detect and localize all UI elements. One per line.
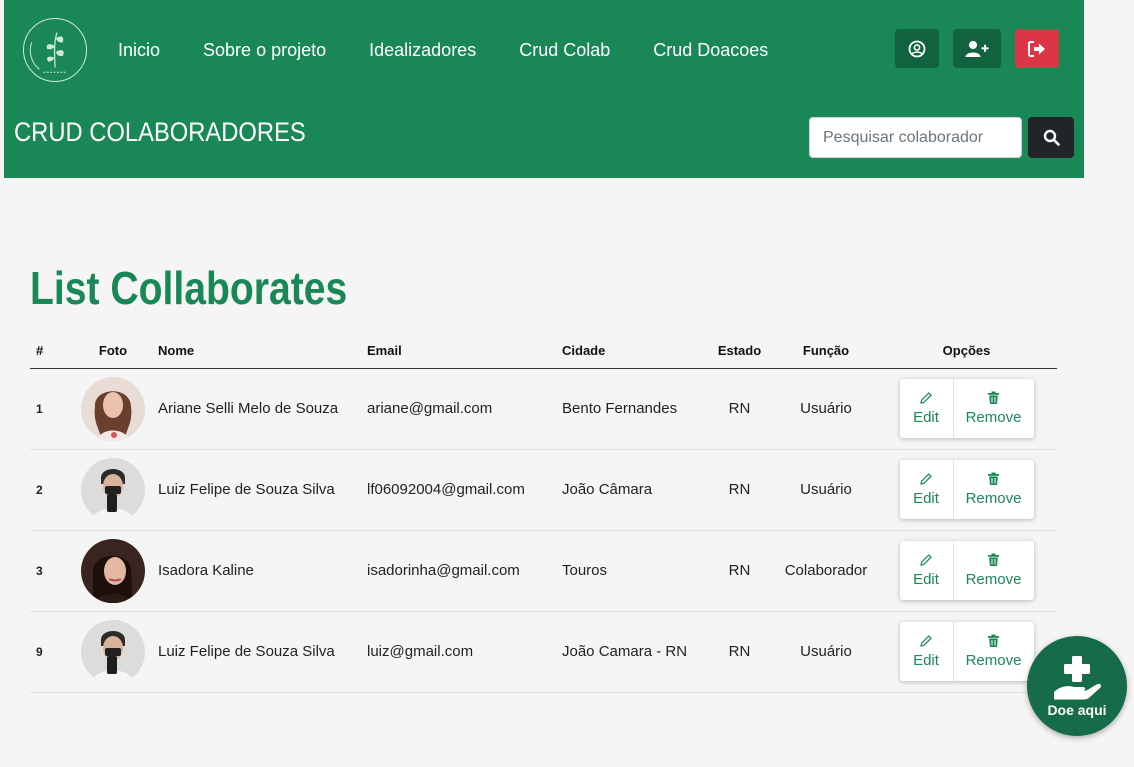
edit-button[interactable]: Edit xyxy=(900,460,954,519)
remove-label: Remove xyxy=(965,652,1022,669)
add-user-button[interactable] xyxy=(953,29,1001,68)
remove-button[interactable]: Remove xyxy=(954,541,1034,600)
trash-icon xyxy=(988,553,999,566)
edit-label: Edit xyxy=(913,490,939,507)
row-estado: RN xyxy=(703,449,776,531)
nav-crud-doacoes[interactable]: Crud Doacoes xyxy=(653,37,768,63)
edit-button[interactable]: Edit xyxy=(900,622,954,681)
row-cidade: Bento Fernandes xyxy=(562,368,703,450)
edit-label: Edit xyxy=(913,652,939,669)
row-email: isadorinha@gmail.com xyxy=(367,530,562,612)
remove-label: Remove xyxy=(965,490,1022,507)
trash-icon xyxy=(988,634,999,647)
page-title: CRUD COLABORADORES xyxy=(14,117,306,147)
hand-holding-medical-icon xyxy=(1054,656,1102,700)
col-email: Email xyxy=(367,334,562,369)
row-funcao: Usuário xyxy=(776,449,876,531)
remove-button[interactable]: Remove xyxy=(954,460,1034,519)
nav-idealizadores[interactable]: Idealizadores xyxy=(369,37,476,63)
row-options: Edit Remove xyxy=(899,622,1034,681)
top-header: Inicio Sobre o projeto Idealizadores Cru… xyxy=(4,0,1084,178)
donate-button[interactable]: Doe aqui xyxy=(1027,636,1127,736)
nav-crud-colab[interactable]: Crud Colab xyxy=(519,37,610,63)
search-button[interactable] xyxy=(1028,117,1074,158)
row-email: luiz@gmail.com xyxy=(367,611,562,693)
row-funcao: Colaborador xyxy=(776,530,876,612)
pencil-icon xyxy=(920,554,932,566)
row-options: Edit Remove xyxy=(899,379,1034,438)
col-number: # xyxy=(30,334,68,369)
pencil-icon xyxy=(920,473,932,485)
edit-button[interactable]: Edit xyxy=(900,541,954,600)
row-cidade: João Câmara xyxy=(562,449,703,531)
row-options: Edit Remove xyxy=(899,460,1034,519)
edit-button[interactable]: Edit xyxy=(900,379,954,438)
avatar xyxy=(81,619,145,684)
table-row: 2 Luiz Felipe de Souza Silva lf06092004@… xyxy=(30,449,1057,531)
col-foto: Foto xyxy=(68,334,158,369)
row-cidade: Touros xyxy=(562,530,703,612)
donate-label: Doe aqui xyxy=(1047,702,1107,718)
row-id: 3 xyxy=(30,530,68,612)
avatar xyxy=(81,538,145,603)
row-nome: Isadora Kaline xyxy=(158,530,367,612)
sign-out-icon xyxy=(1028,40,1045,57)
row-id: 9 xyxy=(30,611,68,693)
avatar xyxy=(81,457,145,522)
edit-label: Edit xyxy=(913,571,939,588)
nav-sobre-o-projeto[interactable]: Sobre o projeto xyxy=(203,37,326,63)
row-funcao: Usuário xyxy=(776,368,876,450)
row-nome: Luiz Felipe de Souza Silva xyxy=(158,449,367,531)
table-row: 9 Luiz Felipe de Souza Silva luiz@gmail.… xyxy=(30,611,1057,693)
nav-inicio[interactable]: Inicio xyxy=(118,37,160,63)
col-cidade: Cidade xyxy=(562,334,703,369)
row-id: 2 xyxy=(30,449,68,531)
trash-icon xyxy=(988,472,999,485)
search-icon xyxy=(1043,129,1060,146)
collaborators-table: # Foto Nome Email Cidade Estado Função O… xyxy=(30,334,1057,693)
row-email: ariane@gmail.com xyxy=(367,368,562,450)
row-estado: RN xyxy=(703,530,776,612)
row-nome: Ariane Selli Melo de Souza xyxy=(158,368,367,450)
profile-button[interactable] xyxy=(895,29,939,68)
remove-button[interactable]: Remove xyxy=(954,622,1034,681)
user-circle-icon xyxy=(908,40,926,57)
table-row: 1 Ariane Selli Melo de Souza ariane@gmai… xyxy=(30,368,1057,450)
table-row: 3 Isadora Kaline isadorinha@gmail.com To… xyxy=(30,530,1057,612)
avatar xyxy=(81,376,145,441)
edit-label: Edit xyxy=(913,409,939,426)
col-funcao: Função xyxy=(776,334,876,369)
row-email: lf06092004@gmail.com xyxy=(367,449,562,531)
row-options: Edit Remove xyxy=(899,541,1034,600)
row-funcao: Usuário xyxy=(776,611,876,693)
remove-button[interactable]: Remove xyxy=(954,379,1034,438)
col-opcoes: Opções xyxy=(876,334,1057,369)
pencil-icon xyxy=(920,635,932,647)
list-title: List Collaborates xyxy=(30,262,348,314)
pencil-icon xyxy=(920,392,932,404)
row-nome: Luiz Felipe de Souza Silva xyxy=(158,611,367,693)
col-nome: Nome xyxy=(158,334,367,369)
remove-label: Remove xyxy=(965,409,1022,426)
search-input[interactable] xyxy=(809,117,1022,158)
row-estado: RN xyxy=(703,368,776,450)
row-id: 1 xyxy=(30,368,68,450)
remove-label: Remove xyxy=(965,571,1022,588)
trash-icon xyxy=(988,391,999,404)
table-header-row: # Foto Nome Email Cidade Estado Função O… xyxy=(30,334,1057,369)
col-estado: Estado xyxy=(703,334,776,369)
row-cidade: João Camara - RN xyxy=(562,611,703,693)
logout-button[interactable] xyxy=(1015,29,1059,68)
main-nav: Inicio Sobre o projeto Idealizadores Cru… xyxy=(118,37,768,63)
row-estado: RN xyxy=(703,611,776,693)
user-plus-icon xyxy=(965,40,989,57)
logo[interactable] xyxy=(23,18,87,82)
